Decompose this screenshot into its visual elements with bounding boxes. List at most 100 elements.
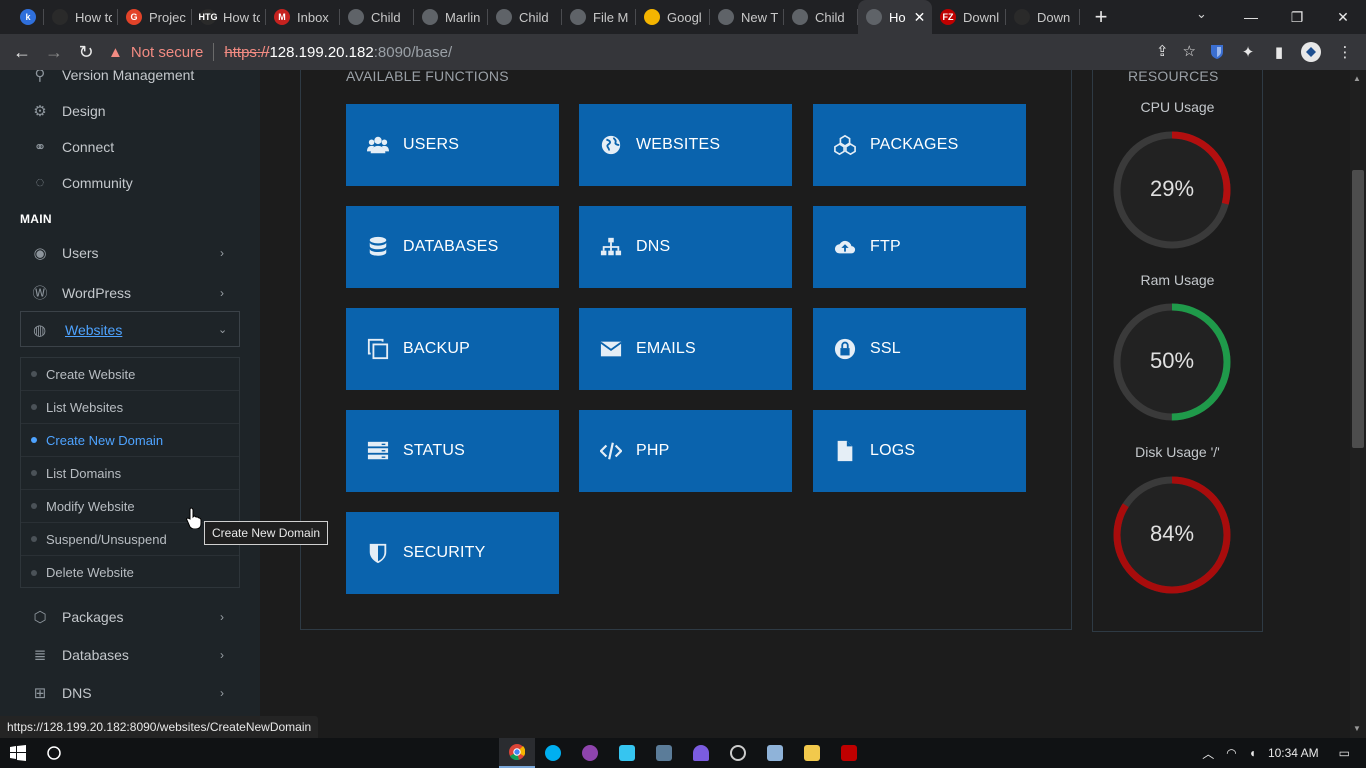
search-circle-icon[interactable] (36, 738, 72, 768)
browser-tab[interactable]: G Projec (118, 0, 192, 34)
chevron-right-icon: › (220, 648, 224, 662)
close-tab-icon[interactable]: ✕ (914, 9, 926, 26)
tab-search-chevron-icon[interactable]: ⌄ (1196, 6, 1207, 22)
function-button-label: SECURITY (403, 544, 486, 561)
notepad-taskbar-icon[interactable] (757, 738, 793, 768)
wifi-icon[interactable]: ◠ (1226, 746, 1236, 760)
lock-icon (834, 338, 856, 360)
close-window-icon[interactable]: ✕ (1320, 9, 1366, 26)
function-button-ssl[interactable]: SSL (813, 308, 1026, 390)
browser-tab[interactable]: Child (784, 0, 858, 34)
browser-tab[interactable]: File M (562, 0, 636, 34)
function-button-websites[interactable]: WEBSITES (579, 104, 792, 186)
address-bar[interactable]: ▲ Not secure https:// 128.199.20.182 :80… (108, 38, 1196, 66)
sidebar-item-packages[interactable]: ⬡ Packages › (30, 608, 224, 626)
sidebar-item-dns[interactable]: ⊞ DNS › (30, 684, 224, 702)
reload-icon[interactable]: ↻ (70, 42, 102, 63)
tab-title: New T (741, 9, 778, 25)
browser-toolbar: ← → ↻ ▲ Not secure https:// 128.199.20.1… (0, 34, 1366, 70)
packages-icon: ⬡ (33, 609, 47, 626)
sidebar-item-community[interactable]: ◌ Community (30, 174, 133, 191)
function-button-backup[interactable]: BACKUP (346, 308, 559, 390)
sidebar-item-label: Databases (62, 647, 129, 663)
function-button-ftp[interactable]: FTP (813, 206, 1026, 288)
volume-icon[interactable]: ◖ (1249, 746, 1256, 760)
browser-tab[interactable]: M Inbox (266, 0, 340, 34)
function-button-dns[interactable]: DNS (579, 206, 792, 288)
tab-title: Googl (667, 9, 702, 25)
browser-tab[interactable]: Child (488, 0, 562, 34)
sidebar-item-databases[interactable]: ≣ Databases › (30, 646, 224, 664)
function-button-emails[interactable]: EMAILS (579, 308, 792, 390)
sidebar-item-label: Connect (62, 139, 115, 155)
bitwarden-extension-icon[interactable] (1206, 41, 1228, 63)
chrome-taskbar-icon[interactable] (499, 738, 535, 768)
windows-start-icon[interactable] (0, 738, 36, 768)
back-arrow-icon[interactable]: ← (6, 42, 38, 63)
bookmark-star-icon[interactable]: ☆ (1183, 42, 1196, 60)
sync-taskbar-icon[interactable] (720, 738, 756, 768)
browser-tab[interactable]: Ho ✕ (858, 0, 932, 34)
browser-tab[interactable]: k (0, 0, 44, 34)
dns-icon: ⊞ (33, 685, 47, 702)
browser-menu-icon[interactable]: ⋮ (1334, 41, 1356, 63)
minimize-icon[interactable]: — (1228, 9, 1274, 25)
not-secure-label[interactable]: Not secure (131, 44, 204, 61)
browser-tab[interactable]: Down (1006, 0, 1080, 34)
bullet-dot-icon (31, 404, 37, 410)
submenu-item-list-domains[interactable]: List Domains (21, 457, 239, 490)
scroll-up-arrow-icon[interactable]: ▲ (1353, 74, 1361, 83)
function-button-logs[interactable]: LOGS (813, 410, 1026, 492)
browser-tab[interactable]: Googl (636, 0, 710, 34)
function-button-databases[interactable]: DATABASES (346, 206, 559, 288)
submenu-item-list-websites[interactable]: List Websites (21, 391, 239, 424)
file-icon (834, 440, 856, 462)
page-scrollbar[interactable]: ▲ ▼ (1350, 70, 1366, 738)
tray-chevron-up-icon[interactable]: ︿ (1202, 745, 1214, 762)
submenu-item-delete-website[interactable]: Delete Website (21, 556, 239, 589)
restore-icon[interactable]: ❐ (1274, 9, 1320, 26)
forward-arrow-icon[interactable]: → (38, 42, 70, 63)
filezilla-taskbar-icon[interactable] (831, 738, 867, 768)
sidebar-item-users[interactable]: ◉ Users › (30, 244, 224, 262)
new-tab-button[interactable]: + (1086, 4, 1116, 30)
submenu-item-create-new-domain[interactable]: Create New Domain (21, 424, 239, 457)
function-button-packages[interactable]: PACKAGES (813, 104, 1026, 186)
browser-tab[interactable]: HTG How to (192, 0, 266, 34)
browser-tab[interactable]: FZ Downl (932, 0, 1006, 34)
function-button-users[interactable]: USERS (346, 104, 559, 186)
sidebar-item-websites[interactable]: ◍ Websites ⌄ (20, 311, 240, 347)
remote-desktop-taskbar-icon[interactable] (646, 738, 682, 768)
bullet-dot-icon (31, 536, 37, 542)
app-taskbar-icon[interactable] (572, 738, 608, 768)
sidebar-item-design[interactable]: ⚙ Design (30, 102, 105, 120)
clock-time[interactable]: 10:34 AM (1268, 746, 1319, 760)
sidebar-item-wordpress[interactable]: Ⓦ WordPress › (30, 282, 224, 303)
submenu-item-create-website[interactable]: Create Website (21, 358, 239, 391)
scroll-down-arrow-icon[interactable]: ▼ (1353, 724, 1361, 733)
browser-tab[interactable]: Child (340, 0, 414, 34)
skype-taskbar-icon[interactable] (535, 738, 571, 768)
slack-taskbar-icon[interactable] (609, 738, 645, 768)
databases-icon: ≣ (33, 647, 47, 664)
sidebar-item-version-management[interactable]: ⚲ Version Management (30, 70, 195, 84)
file-explorer-taskbar-icon[interactable] (794, 738, 830, 768)
profile-avatar[interactable] (1300, 41, 1322, 63)
submenu-item-label: List Websites (46, 399, 124, 415)
function-button-status[interactable]: STATUS (346, 410, 559, 492)
side-panel-icon[interactable]: ▮ (1268, 41, 1290, 63)
gauge-label: Disk Usage '/' (1135, 444, 1220, 460)
share-icon[interactable]: ⇪ (1156, 42, 1169, 60)
function-button-php[interactable]: PHP (579, 410, 792, 492)
scrollbar-thumb[interactable] (1352, 170, 1364, 448)
browser-tab[interactable]: New T (710, 0, 784, 34)
obsidian-taskbar-icon[interactable] (683, 738, 719, 768)
extensions-puzzle-icon[interactable]: ✦ (1237, 41, 1259, 63)
submenu-item-modify-website[interactable]: Modify Website (21, 490, 239, 523)
function-button-security[interactable]: SECURITY (346, 512, 559, 594)
notifications-icon[interactable]: ▭ (1339, 746, 1350, 760)
sidebar-item-connect[interactable]: ⚭ Connect (30, 138, 114, 156)
browser-tab[interactable]: Marlin (414, 0, 488, 34)
browser-tab[interactable]: How to (44, 0, 118, 34)
tab-favicon-icon (792, 9, 808, 25)
